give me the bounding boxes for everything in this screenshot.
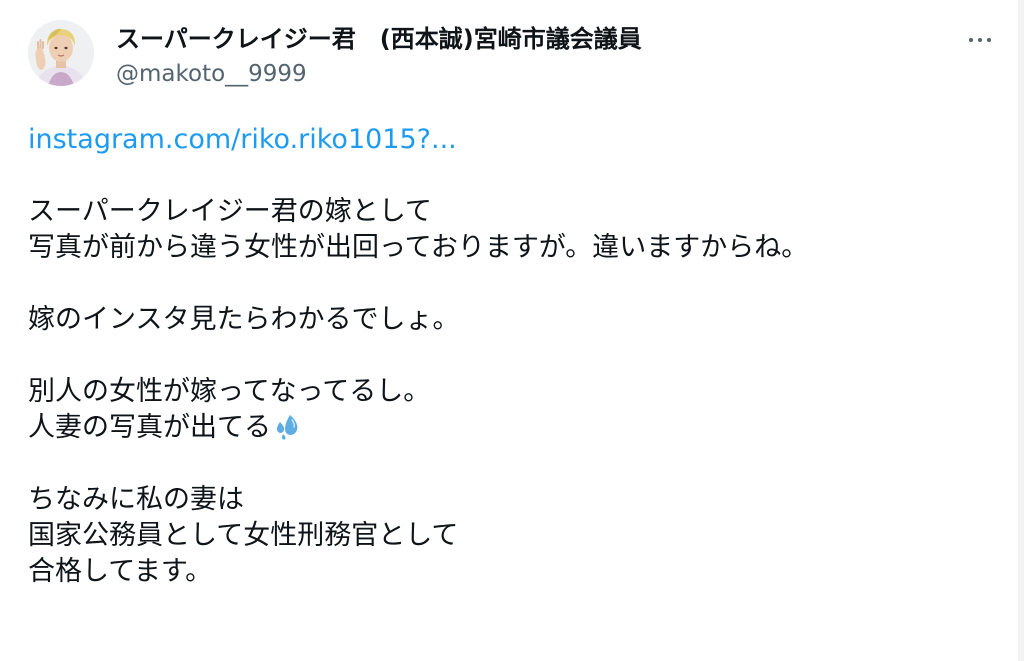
sweat-droplets-emoji-icon <box>273 412 301 450</box>
author-display-name[interactable]: スーパークレイジー君 (西本誠)宮崎市議会議員 <box>116 22 642 56</box>
paragraph-1: スーパークレイジー君の嫁として 写真が前から違う女性が出回っておりますが。違いま… <box>28 194 988 266</box>
scrollbar-track[interactable] <box>1018 0 1024 661</box>
instagram-link[interactable]: instagram.com/riko.riko1015?... <box>28 122 457 158</box>
text-line: スーパークレイジー君の嫁として <box>28 196 432 227</box>
author-handle[interactable]: @makoto__9999 <box>116 58 307 90</box>
avatar-image <box>28 20 94 86</box>
more-options-button[interactable] <box>960 20 1000 60</box>
tweet-text: instagram.com/riko.riko1015?... スーパークレイジ… <box>28 122 988 590</box>
text-line: 国家公務員として女性刑務官として <box>28 520 459 551</box>
text-line: 別人の女性が嫁ってなってるし。 <box>28 376 431 407</box>
text-line: 合格してます。 <box>28 556 213 587</box>
paragraph-4: ちなみに私の妻は 国家公務員として女性刑務官として 合格してます。 <box>28 482 988 590</box>
more-horizontal-icon <box>967 38 994 42</box>
text-line-with-emoji: 人妻の写真が出てる <box>28 410 988 446</box>
tweet: スーパークレイジー君 (西本誠)宮崎市議会議員 @makoto__9999 in… <box>0 0 1024 661</box>
avatar[interactable] <box>28 20 94 86</box>
text-line: 写真が前から違う女性が出回っておりますが。違いますからね。 <box>28 232 809 263</box>
text-line: ちなみに私の妻は <box>28 484 244 515</box>
paragraph-2: 嫁のインスタ見たらわかるでしょ。 <box>28 302 988 338</box>
paragraph-3: 別人の女性が嫁ってなってるし。 人妻の写真が出てる <box>28 374 988 446</box>
tweet-header: スーパークレイジー君 (西本誠)宮崎市議会議員 @makoto__9999 <box>28 20 1008 92</box>
text-line: 人妻の写真が出てる <box>28 412 271 443</box>
text-line: 嫁のインスタ見たらわかるでしょ。 <box>28 304 460 335</box>
